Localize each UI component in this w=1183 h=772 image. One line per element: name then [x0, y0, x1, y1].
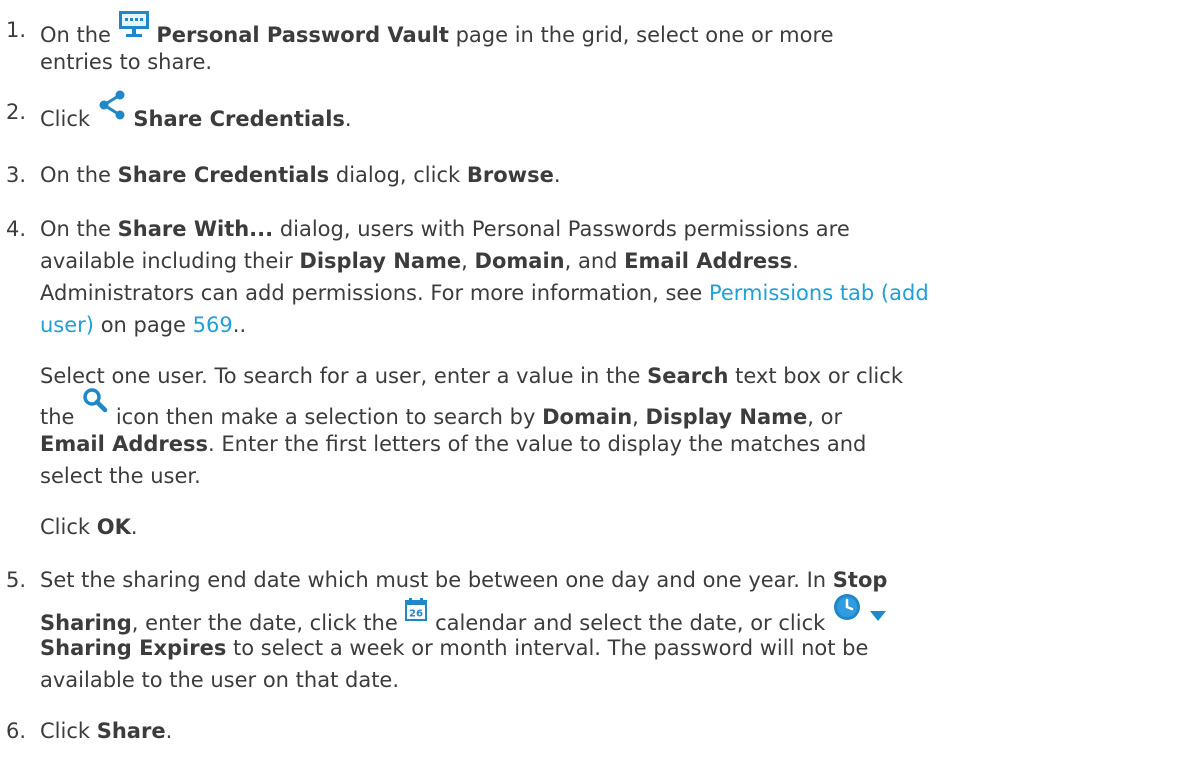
share-icon	[97, 90, 127, 120]
calendar-icon: 26	[404, 598, 428, 622]
step-2-line-1: Click Share Credentials.	[40, 90, 352, 135]
step-4-line-2: available including their Display Name, …	[40, 249, 799, 273]
step-5-line-1: Set the sharing end date which must be b…	[40, 568, 888, 592]
step-1-line-2: entries to share.	[40, 50, 213, 74]
permissions-tab-link-continued[interactable]: user)	[40, 313, 94, 337]
step-number: 3.	[6, 163, 27, 187]
step-5-line-4: available to the user on that date.	[40, 668, 400, 692]
step-6-line-1: Click Share.	[40, 719, 173, 743]
step-5-line-3: Sharing Expires to select a week or mont…	[40, 636, 869, 660]
step-4-para-2-line-4: select the user.	[40, 464, 201, 488]
search-icon	[81, 386, 109, 414]
vault-page-name: Personal Password Vault	[156, 23, 449, 47]
clock-icon	[832, 592, 862, 622]
instructions-document: 1. On the Personal Password Vault page i…	[0, 0, 1183, 772]
step-number: 4.	[6, 217, 27, 241]
personal-password-vault-icon	[118, 10, 150, 38]
step-4-para-3: Click OK.	[40, 515, 138, 539]
permissions-tab-link[interactable]: Permissions tab (add	[709, 281, 929, 305]
page-number-link[interactable]: 569	[193, 313, 233, 337]
step-4-line-3: Administrators can add permissions. For …	[40, 281, 929, 305]
share-credentials-label: Share Credentials	[133, 107, 345, 131]
step-number: 6.	[6, 719, 27, 743]
step-4-line-1: On the Share With... dialog, users with …	[40, 217, 850, 241]
dropdown-arrow-icon	[869, 610, 887, 622]
step-4-para-2-line-3: Email Address. Enter the first letters o…	[40, 432, 867, 456]
step-3-line-1: On the Share Credentials dialog, click B…	[40, 163, 561, 187]
step-number: 1.	[6, 18, 27, 42]
step-number: 5.	[6, 568, 27, 592]
step-number: 2.	[6, 100, 27, 124]
step-4-para-2-line-1: Select one user. To search for a user, e…	[40, 364, 903, 388]
svg-text:26: 26	[409, 609, 423, 620]
step-4-line-4: user) on page 569..	[40, 313, 247, 337]
